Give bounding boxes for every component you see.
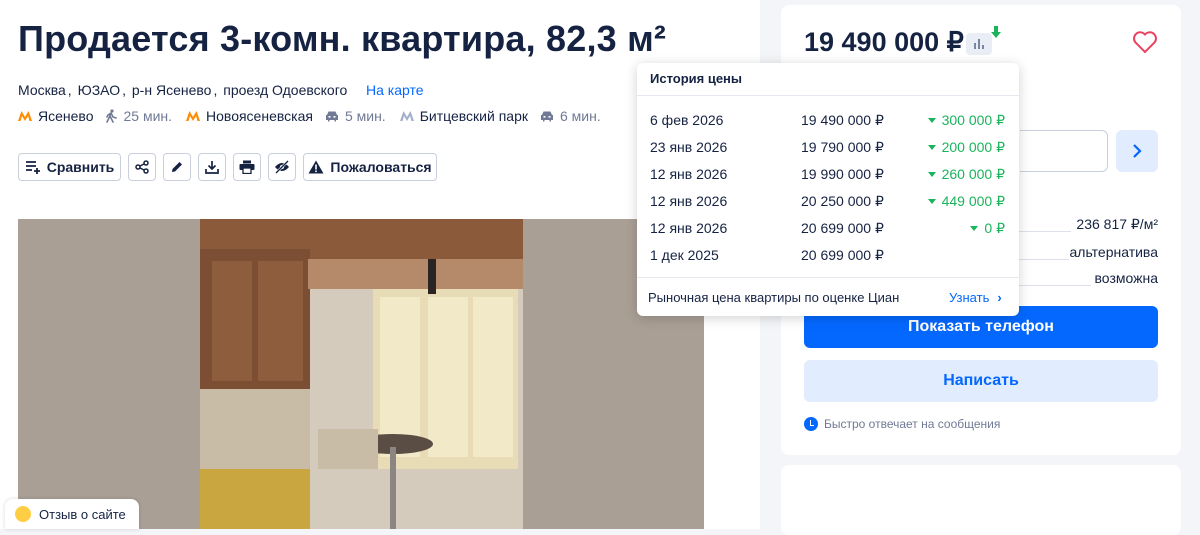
price-down-icon <box>990 26 1002 44</box>
divider <box>1019 259 1069 260</box>
history-date: 12 янв 2026 <box>650 220 728 236</box>
fast-reply-note: Быстро отвечает на сообщения <box>804 417 1000 431</box>
address: Москва, ЮЗАО, р-н Ясенево, проезд Одоевс… <box>18 82 348 98</box>
history-row: 6 фев 2026 19 490 000 ₽ 300 000 ₽ <box>637 107 1019 134</box>
divider <box>1019 231 1071 232</box>
history-date: 6 фев 2026 <box>650 112 724 128</box>
compare-label: Сравнить <box>46 159 115 175</box>
down-triangle-icon <box>927 118 936 123</box>
hide-eye-icon <box>275 160 289 174</box>
chevron-right-icon: › <box>997 290 1002 305</box>
history-row: 12 янв 2026 20 699 000 ₽ 0 ₽ <box>637 215 1019 242</box>
history-row: 12 янв 2026 19 990 000 ₽ 260 000 ₽ <box>637 161 1019 188</box>
compare-button[interactable]: Сравнить <box>18 153 121 181</box>
metro-item[interactable]: Битцевский парк 6 мин. <box>399 108 601 124</box>
divider <box>637 277 1019 278</box>
download-icon <box>205 161 219 174</box>
metro-icon <box>18 111 32 121</box>
address-city[interactable]: Москва <box>18 82 66 98</box>
history-date: 1 дек 2025 <box>650 247 719 263</box>
price-history-popup: История цены 6 фев 2026 19 490 000 ₽ 300… <box>637 63 1019 316</box>
kitchen-photo-image <box>18 219 704 529</box>
favorite-button[interactable] <box>1132 30 1158 59</box>
complain-button[interactable]: Пожаловаться <box>303 153 437 181</box>
popup-title: История цены <box>650 71 743 86</box>
history-price: 20 250 000 ₽ <box>801 193 884 209</box>
metro-icon <box>399 111 414 121</box>
divider <box>1019 285 1091 286</box>
history-row: 23 янв 2026 19 790 000 ₽ 200 000 ₽ <box>637 134 1019 161</box>
complain-label: Пожаловаться <box>330 159 432 175</box>
learn-link[interactable]: Узнать › <box>949 290 1002 305</box>
metro-time: 5 мин. <box>325 108 386 124</box>
address-district[interactable]: ЮЗАО <box>78 82 121 98</box>
mortgage-value: возможна <box>1094 270 1158 286</box>
metro-name: Ясенево <box>38 108 94 124</box>
edit-button[interactable] <box>163 153 191 181</box>
history-price: 19 990 000 ₽ <box>801 166 884 182</box>
bar-chart-icon <box>974 39 984 49</box>
history-price: 20 699 000 ₽ <box>801 247 884 263</box>
feedback-button[interactable]: Отзыв о сайте <box>5 499 139 529</box>
hide-button[interactable] <box>268 153 296 181</box>
history-price: 19 790 000 ₽ <box>801 139 884 155</box>
metro-name: Битцевский парк <box>419 108 528 124</box>
car-icon <box>325 111 338 122</box>
write-button[interactable]: Написать <box>804 360 1158 402</box>
warning-icon <box>308 160 324 174</box>
metro-item[interactable]: Новоясеневская 5 мин. <box>186 108 386 124</box>
price-history-button[interactable] <box>966 33 992 55</box>
history-change: 449 000 ₽ <box>927 193 1005 210</box>
address-street[interactable]: проезд Одоевского <box>223 82 347 98</box>
history-price: 19 490 000 ₽ <box>801 112 884 128</box>
share-button[interactable] <box>128 153 156 181</box>
listing-photo[interactable] <box>18 219 704 529</box>
deal-type-value: альтернатива <box>1069 244 1159 260</box>
metro-name: Новоясеневская <box>206 108 313 124</box>
history-change: 300 000 ₽ <box>927 112 1005 129</box>
smile-icon <box>15 506 31 522</box>
history-row: 1 дек 2025 20 699 000 ₽ <box>637 242 1019 269</box>
history-date: 12 янв 2026 <box>650 193 728 209</box>
down-triangle-icon <box>927 199 936 204</box>
send-button[interactable] <box>1116 130 1158 172</box>
market-price-note: Рыночная цена квартиры по оценке Циан <box>648 290 900 305</box>
down-triangle-icon <box>927 145 936 150</box>
clock-icon <box>804 417 818 431</box>
history-date: 23 янв 2026 <box>650 139 728 155</box>
compare-icon <box>25 160 41 174</box>
download-button[interactable] <box>198 153 226 181</box>
metro-time: 6 мин. <box>540 108 601 124</box>
pencil-icon <box>172 162 182 172</box>
action-bar: Сравнить Пожаловаться <box>18 153 437 181</box>
share-icon <box>135 160 149 174</box>
car-icon <box>540 111 553 122</box>
map-link[interactable]: На карте <box>366 82 424 98</box>
sidebar-card-secondary <box>781 465 1181 535</box>
metro-list: Ясенево 25 мин. Новоясеневская 5 мин. Би… <box>18 108 615 124</box>
metro-icon <box>186 111 201 121</box>
divider <box>637 95 1019 96</box>
price: 19 490 000 ₽ <box>804 27 964 57</box>
metro-time: 25 мин. <box>105 108 172 124</box>
history-price: 20 699 000 ₽ <box>801 220 884 236</box>
address-area[interactable]: р-н Ясенево <box>132 82 212 98</box>
page-title: Продается 3-комн. квартира, 82,3 м² <box>18 18 667 59</box>
history-change: 200 000 ₽ <box>927 139 1005 156</box>
heart-icon <box>1133 31 1157 54</box>
down-triangle-icon <box>927 172 936 177</box>
metro-item[interactable]: Ясенево 25 мин. <box>18 108 172 124</box>
history-row: 12 янв 2026 20 250 000 ₽ 449 000 ₽ <box>637 188 1019 215</box>
print-icon <box>239 160 255 174</box>
feedback-label: Отзыв о сайте <box>39 506 126 522</box>
message-input[interactable] <box>1020 130 1108 172</box>
history-change: 260 000 ₽ <box>927 166 1005 183</box>
down-triangle-icon <box>970 226 979 231</box>
chevron-right-icon <box>1133 144 1142 158</box>
history-change: 0 ₽ <box>970 220 1005 237</box>
walk-icon <box>106 109 118 123</box>
history-date: 12 янв 2026 <box>650 166 728 182</box>
print-button[interactable] <box>233 153 261 181</box>
